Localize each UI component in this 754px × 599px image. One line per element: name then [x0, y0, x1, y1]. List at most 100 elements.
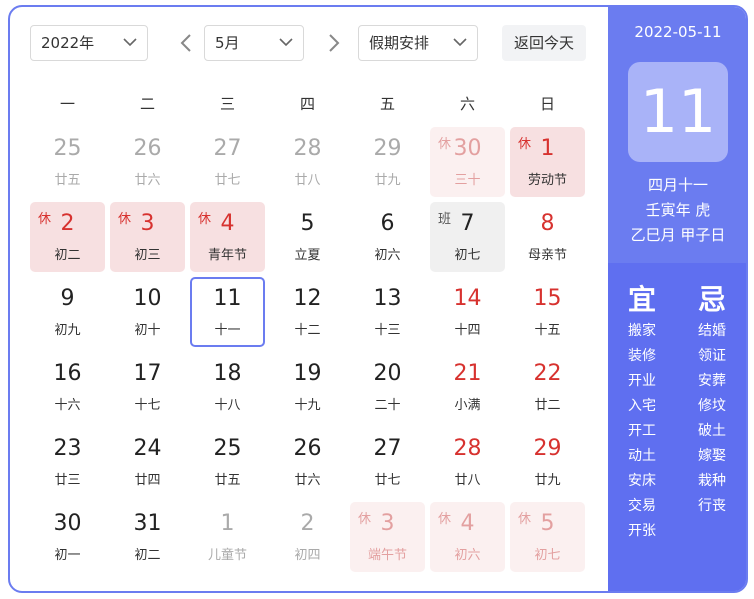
- day-cell[interactable]: 16 十六: [30, 352, 105, 422]
- holiday-select[interactable]: 假期安排: [358, 25, 478, 61]
- day-cell[interactable]: 12 十二: [270, 277, 345, 347]
- day-number: 28: [293, 136, 322, 161]
- day-cell[interactable]: 6 初六: [350, 202, 425, 272]
- ji-item: 结婚: [698, 323, 726, 339]
- day-cell[interactable]: 休 30 三十: [430, 127, 505, 197]
- day-number: 15: [533, 286, 562, 311]
- day-number: 21: [453, 361, 482, 386]
- day-cell[interactable]: 29 廿九: [510, 427, 585, 497]
- day-number: 3: [380, 511, 395, 536]
- day-cell[interactable]: 20 二十: [350, 352, 425, 422]
- day-lunar: 初七: [454, 248, 481, 263]
- yi-column: 宜 搬家 装修 开业 入宅 开工 动土 安床 交易 开张: [612, 281, 672, 544]
- day-number: 5: [540, 511, 555, 536]
- day-cell[interactable]: 18 十八: [190, 352, 265, 422]
- day-cell[interactable]: 休 4 初六: [430, 502, 505, 572]
- month-select[interactable]: 5月: [204, 25, 304, 61]
- chevron-down-icon: [279, 38, 293, 47]
- day-number: 30: [53, 511, 82, 536]
- weekday-label: 六: [459, 95, 475, 113]
- day-cell[interactable]: 班 7 初七: [430, 202, 505, 272]
- day-number: 25: [53, 136, 82, 161]
- day-number: 8: [540, 211, 555, 236]
- day-cell[interactable]: 22 廿二: [510, 352, 585, 422]
- day-number: 26: [133, 136, 162, 161]
- day-number: 19: [293, 361, 322, 386]
- lunar-date: 四月十一: [647, 176, 708, 194]
- day-cell[interactable]: 休 4 青年节: [190, 202, 265, 272]
- day-cell[interactable]: 10 初十: [110, 277, 185, 347]
- day-cell[interactable]: 5 立夏: [270, 202, 345, 272]
- day-lunar: 廿九: [534, 473, 561, 488]
- yi-item: 动土: [628, 448, 656, 464]
- next-month-icon[interactable]: [328, 34, 340, 52]
- day-number: 30: [453, 136, 482, 161]
- day-cell[interactable]: 27 廿七: [350, 427, 425, 497]
- back-to-today-button[interactable]: 返回今天: [502, 25, 586, 61]
- day-cell[interactable]: 26 廿六: [270, 427, 345, 497]
- day-lunar: 初六: [374, 248, 401, 263]
- day-cell[interactable]: 2 初四: [270, 502, 345, 572]
- month-select-value: 5月: [215, 34, 240, 52]
- day-cell[interactable]: 8 母亲节: [510, 202, 585, 272]
- day-cell[interactable]: 休 3 端午节: [350, 502, 425, 572]
- day-lunar: 初十: [134, 323, 161, 338]
- day-cell[interactable]: 31 初二: [110, 502, 185, 572]
- prev-month-icon[interactable]: [180, 34, 192, 52]
- yi-item: 开业: [628, 373, 656, 389]
- chevron-down-icon: [123, 38, 137, 47]
- day-cell[interactable]: 9 初九: [30, 277, 105, 347]
- day-lunar: 初九: [54, 323, 81, 338]
- day-lunar: 十二: [294, 323, 321, 338]
- day-cell[interactable]: 25 廿五: [30, 127, 105, 197]
- day-cell[interactable]: 30 初一: [30, 502, 105, 572]
- day-lunar: 廿六: [294, 473, 321, 488]
- year-select[interactable]: 2022年: [30, 25, 148, 61]
- ji-item: 安葬: [698, 373, 726, 389]
- day-lunar: 十九: [294, 398, 321, 413]
- day-lunar: 廿七: [374, 473, 401, 488]
- day-cell[interactable]: 24 廿四: [110, 427, 185, 497]
- day-cell[interactable]: 23 廿三: [30, 427, 105, 497]
- day-number: 27: [373, 436, 402, 461]
- day-cell[interactable]: 休 2 初二: [30, 202, 105, 272]
- day-number: 4: [460, 511, 475, 536]
- day-lunar: 儿童节: [207, 548, 247, 563]
- day-cell[interactable]: 27 廿七: [190, 127, 265, 197]
- yi-item: 装修: [628, 348, 656, 364]
- day-cell[interactable]: 13 十三: [350, 277, 425, 347]
- day-cell[interactable]: 11 十一: [190, 277, 265, 347]
- selected-day-number: 11: [628, 62, 728, 162]
- day-cell[interactable]: 1 儿童节: [190, 502, 265, 572]
- day-lunar: 廿五: [214, 473, 241, 488]
- day-cell[interactable]: 休 5 初七: [510, 502, 585, 572]
- yi-item: 开工: [628, 423, 656, 439]
- day-number: 9: [60, 286, 75, 311]
- day-cell[interactable]: 14 十四: [430, 277, 505, 347]
- day-cell[interactable]: 休 3 初三: [110, 202, 185, 272]
- day-number: 13: [373, 286, 402, 311]
- day-cell[interactable]: 15 十五: [510, 277, 585, 347]
- yi-item: 搬家: [628, 323, 656, 339]
- day-number: 20: [373, 361, 402, 386]
- day-lunar: 三十: [454, 173, 481, 188]
- day-cell[interactable]: 29 廿九: [350, 127, 425, 197]
- day-cell[interactable]: 19 十九: [270, 352, 345, 422]
- day-lunar: 廿七: [214, 173, 241, 188]
- day-cell[interactable]: 26 廿六: [110, 127, 185, 197]
- day-lunar: 十五: [534, 323, 561, 338]
- day-lunar: 廿八: [294, 173, 321, 188]
- day-number: 1: [540, 136, 555, 161]
- day-cell[interactable]: 17 十七: [110, 352, 185, 422]
- day-cell[interactable]: 休 1 劳动节: [510, 127, 585, 197]
- day-lunar: 十三: [374, 323, 401, 338]
- day-lunar: 廿八: [454, 473, 481, 488]
- day-cell[interactable]: 28 廿八: [270, 127, 345, 197]
- day-cell[interactable]: 21 小满: [430, 352, 505, 422]
- day-lunar: 初六: [454, 548, 481, 563]
- day-cell[interactable]: 25 廿五: [190, 427, 265, 497]
- selected-date: 2022-05-11: [634, 23, 722, 41]
- day-cell[interactable]: 28 廿八: [430, 427, 505, 497]
- day-number: 2: [60, 211, 75, 236]
- day-number: 3: [140, 211, 155, 236]
